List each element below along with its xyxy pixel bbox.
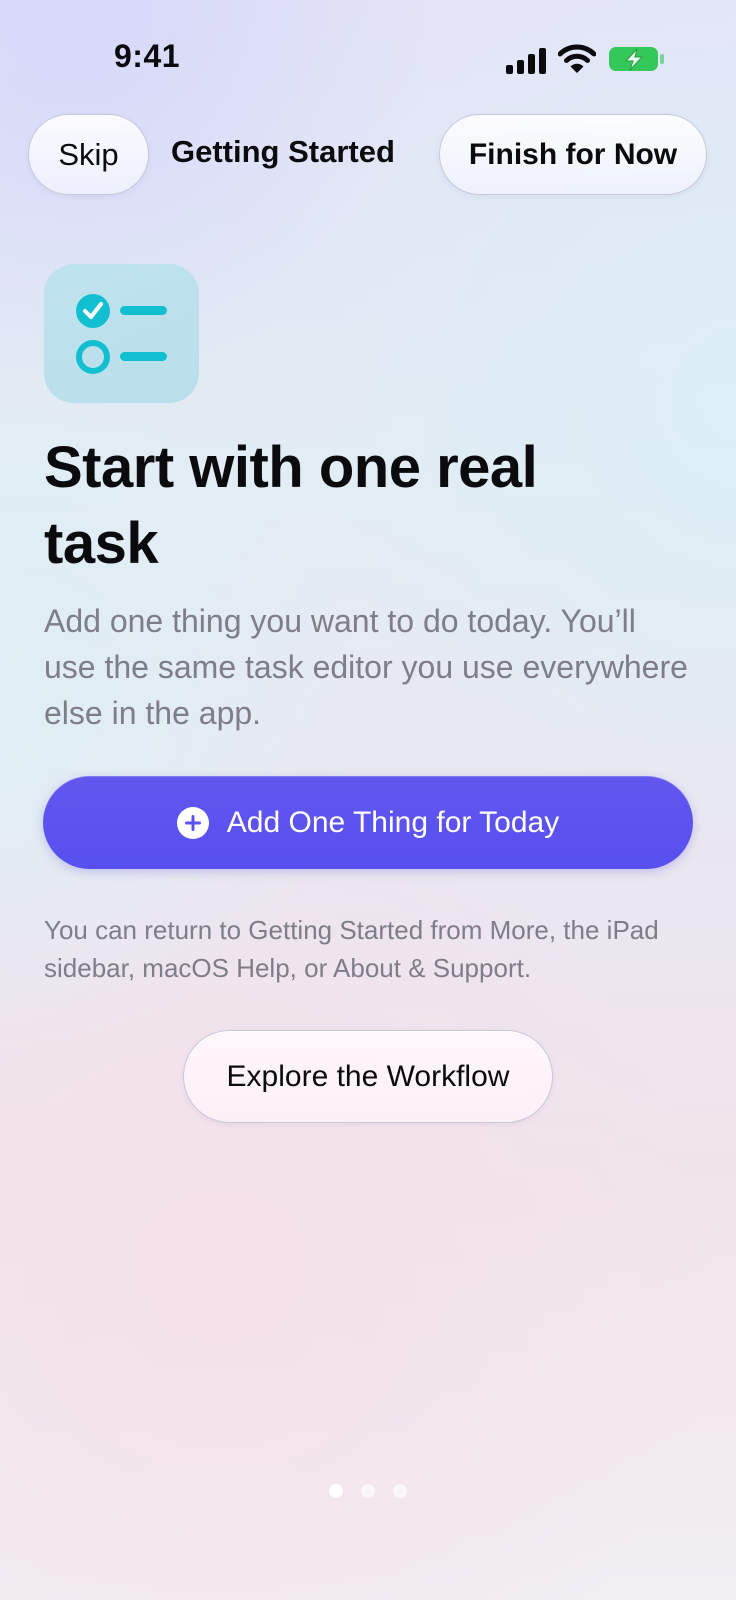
description-text: Add one thing you want to do today. You’… [44,603,688,731]
add-one-thing-label: Add One Thing for Today [226,805,560,839]
skip-button[interactable]: Skip [28,114,149,195]
checklist-icon [44,264,199,403]
explore-workflow-button[interactable]: Explore the Workflow [183,1030,553,1123]
skip-button-label: Skip [58,136,119,172]
plus-circle-icon [176,806,209,839]
page-dot-2[interactable] [361,1484,375,1498]
status-time: 9:41 [114,38,181,74]
add-one-thing-button[interactable]: Add One Thing for Today [43,776,693,869]
page-indicator[interactable] [0,1484,736,1498]
finish-button-label: Finish for Now [468,137,678,171]
finish-for-now-button[interactable]: Finish for Now [439,114,707,195]
cellular-signal-icon [506,48,546,74]
page-title: Getting Started [171,134,395,169]
page-dot-1[interactable] [329,1484,343,1498]
explore-workflow-label: Explore the Workflow [226,1059,510,1093]
return-info-text: You can return to Getting Started from M… [44,915,659,983]
status-bar: 9:41 [0,0,736,110]
wifi-icon [558,44,596,73]
battery-charging-icon [609,47,664,71]
page-dot-3[interactable] [393,1484,407,1498]
headline: Start with one real task [44,435,538,576]
